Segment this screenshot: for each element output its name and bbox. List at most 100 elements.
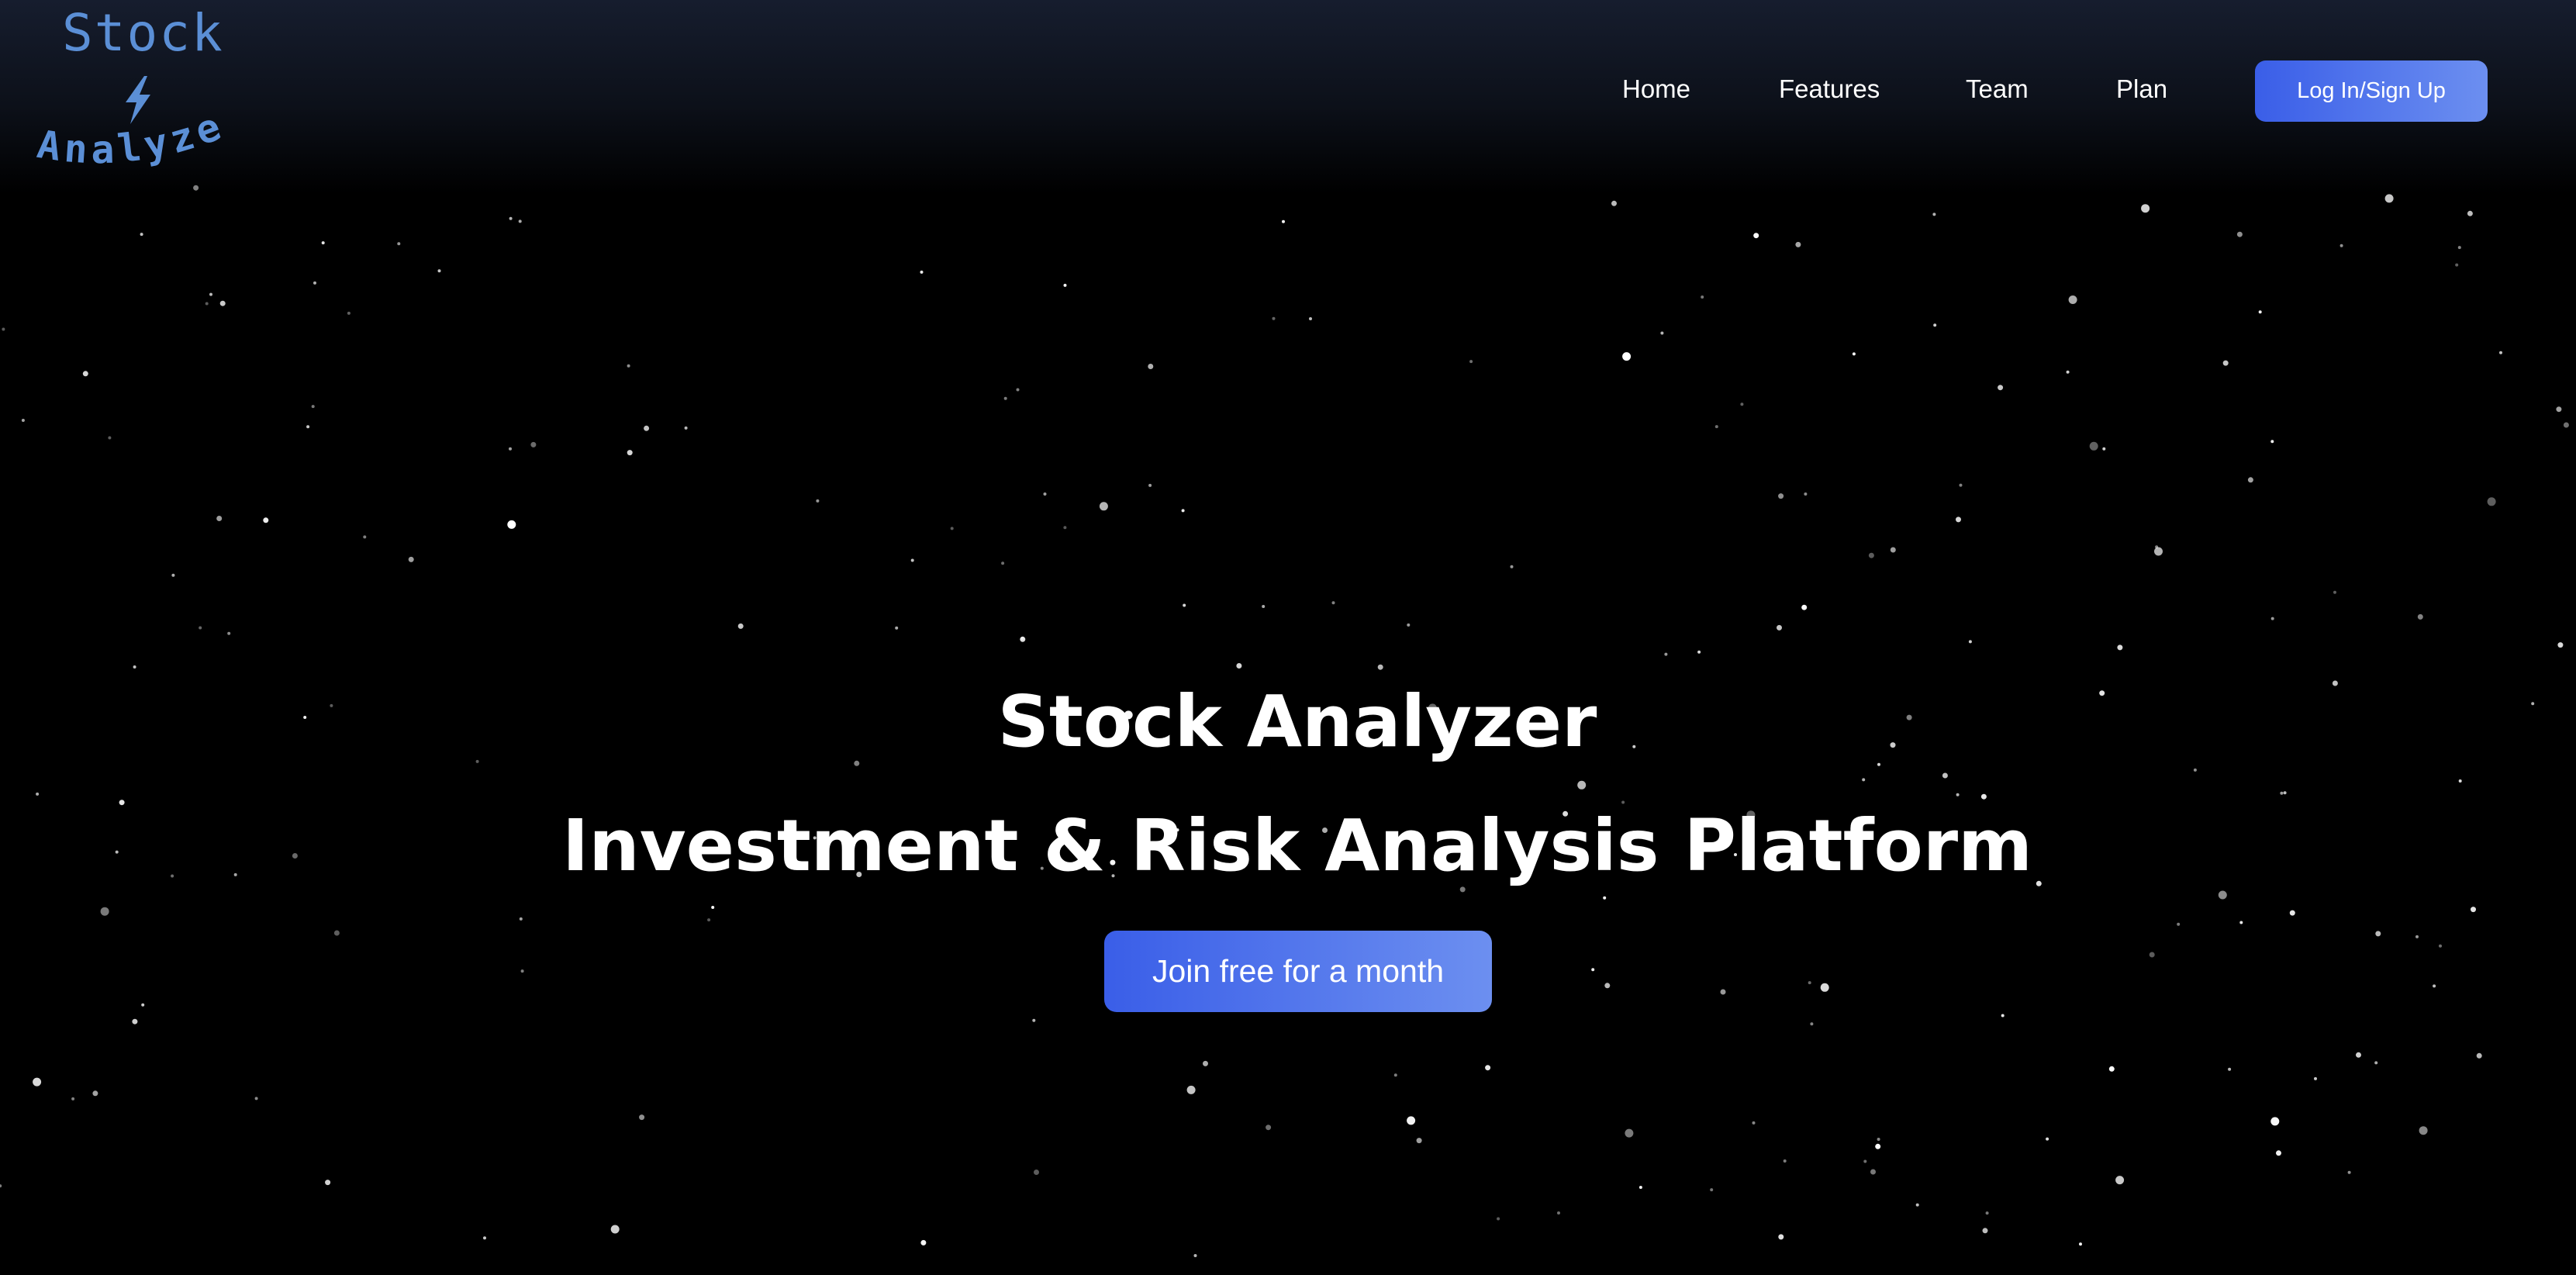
star xyxy=(1577,780,1587,790)
star xyxy=(1956,517,1961,523)
star xyxy=(1557,1211,1560,1215)
star xyxy=(363,535,367,539)
star xyxy=(1183,603,1186,607)
star xyxy=(1603,896,1607,900)
star xyxy=(2115,1176,2125,1185)
star xyxy=(2141,204,2150,213)
star xyxy=(1720,989,1726,995)
star xyxy=(518,219,522,223)
star xyxy=(1714,425,1718,429)
star xyxy=(1915,1203,1919,1207)
star xyxy=(263,517,269,523)
star xyxy=(1863,1159,1867,1163)
star xyxy=(209,292,212,296)
star xyxy=(0,1184,2,1188)
star xyxy=(1001,561,1005,565)
nav-link-plan[interactable]: Plan xyxy=(2116,74,2167,104)
star xyxy=(509,447,512,451)
star xyxy=(1804,492,1808,496)
star xyxy=(1980,793,1987,800)
star xyxy=(1497,1217,1500,1221)
star xyxy=(1181,509,1185,513)
star xyxy=(1932,212,1936,216)
star xyxy=(1148,364,1154,369)
star xyxy=(171,573,175,577)
star xyxy=(2,327,5,331)
star xyxy=(2154,547,2163,556)
star xyxy=(33,1077,42,1087)
star xyxy=(2066,370,2070,374)
star xyxy=(1778,1234,1784,1240)
star xyxy=(1701,295,1704,299)
star xyxy=(2239,921,2243,924)
star xyxy=(1998,385,2004,391)
star xyxy=(644,425,650,431)
login-signup-button[interactable]: Log In/Sign Up xyxy=(2255,60,2488,122)
star xyxy=(1877,762,1880,766)
star xyxy=(2339,244,2343,247)
star xyxy=(895,626,899,630)
star xyxy=(2193,768,2197,772)
star xyxy=(1810,1022,1814,1026)
star xyxy=(2149,952,2155,958)
star xyxy=(1099,502,1108,511)
star xyxy=(2417,613,2423,620)
star xyxy=(437,269,441,273)
star xyxy=(1820,983,1829,992)
star xyxy=(1193,1254,1197,1257)
star xyxy=(1801,604,1808,610)
star xyxy=(1985,1211,1989,1215)
star xyxy=(2079,1242,2082,1246)
star xyxy=(1968,640,1972,644)
star xyxy=(1262,605,1266,608)
star xyxy=(2563,422,2569,428)
star xyxy=(1003,396,1007,400)
star xyxy=(216,516,223,521)
star xyxy=(2557,642,2564,648)
star xyxy=(1740,403,1744,406)
star xyxy=(1020,636,1026,642)
star xyxy=(530,441,537,447)
star xyxy=(520,969,524,973)
star xyxy=(2046,1137,2049,1141)
star xyxy=(684,426,688,430)
star xyxy=(2280,791,2284,795)
star xyxy=(1282,219,1285,223)
star xyxy=(2433,984,2436,988)
star xyxy=(1611,200,1617,206)
star xyxy=(2415,935,2419,938)
star xyxy=(321,241,325,245)
star xyxy=(1622,352,1632,361)
star xyxy=(1710,1188,1714,1192)
star xyxy=(1032,1018,1036,1022)
star xyxy=(1868,552,1874,558)
nav-link-home[interactable]: Home xyxy=(1622,74,1690,104)
star xyxy=(1621,800,1625,804)
star xyxy=(1043,492,1047,496)
star xyxy=(2222,360,2229,366)
nav-link-team[interactable]: Team xyxy=(1966,74,2029,104)
star xyxy=(854,760,860,766)
star xyxy=(1393,1073,1397,1077)
nav-link-features[interactable]: Features xyxy=(1779,74,1880,104)
star xyxy=(82,371,88,377)
star xyxy=(2228,1067,2232,1071)
join-free-button[interactable]: Join free for a month xyxy=(1104,931,1492,1012)
star xyxy=(1638,1186,1642,1189)
star xyxy=(1777,624,1782,631)
star xyxy=(2455,263,2459,267)
star xyxy=(2457,246,2461,250)
star xyxy=(2347,1170,2351,1174)
star xyxy=(1604,983,1611,989)
star xyxy=(21,419,25,422)
star xyxy=(108,436,112,440)
star xyxy=(1148,483,1152,487)
star xyxy=(2276,1150,2281,1156)
star xyxy=(950,527,954,530)
star xyxy=(313,281,316,285)
star xyxy=(1697,650,1701,654)
star xyxy=(610,1225,620,1234)
star xyxy=(1034,1170,1039,1175)
star xyxy=(1186,1085,1196,1094)
star xyxy=(219,300,226,306)
